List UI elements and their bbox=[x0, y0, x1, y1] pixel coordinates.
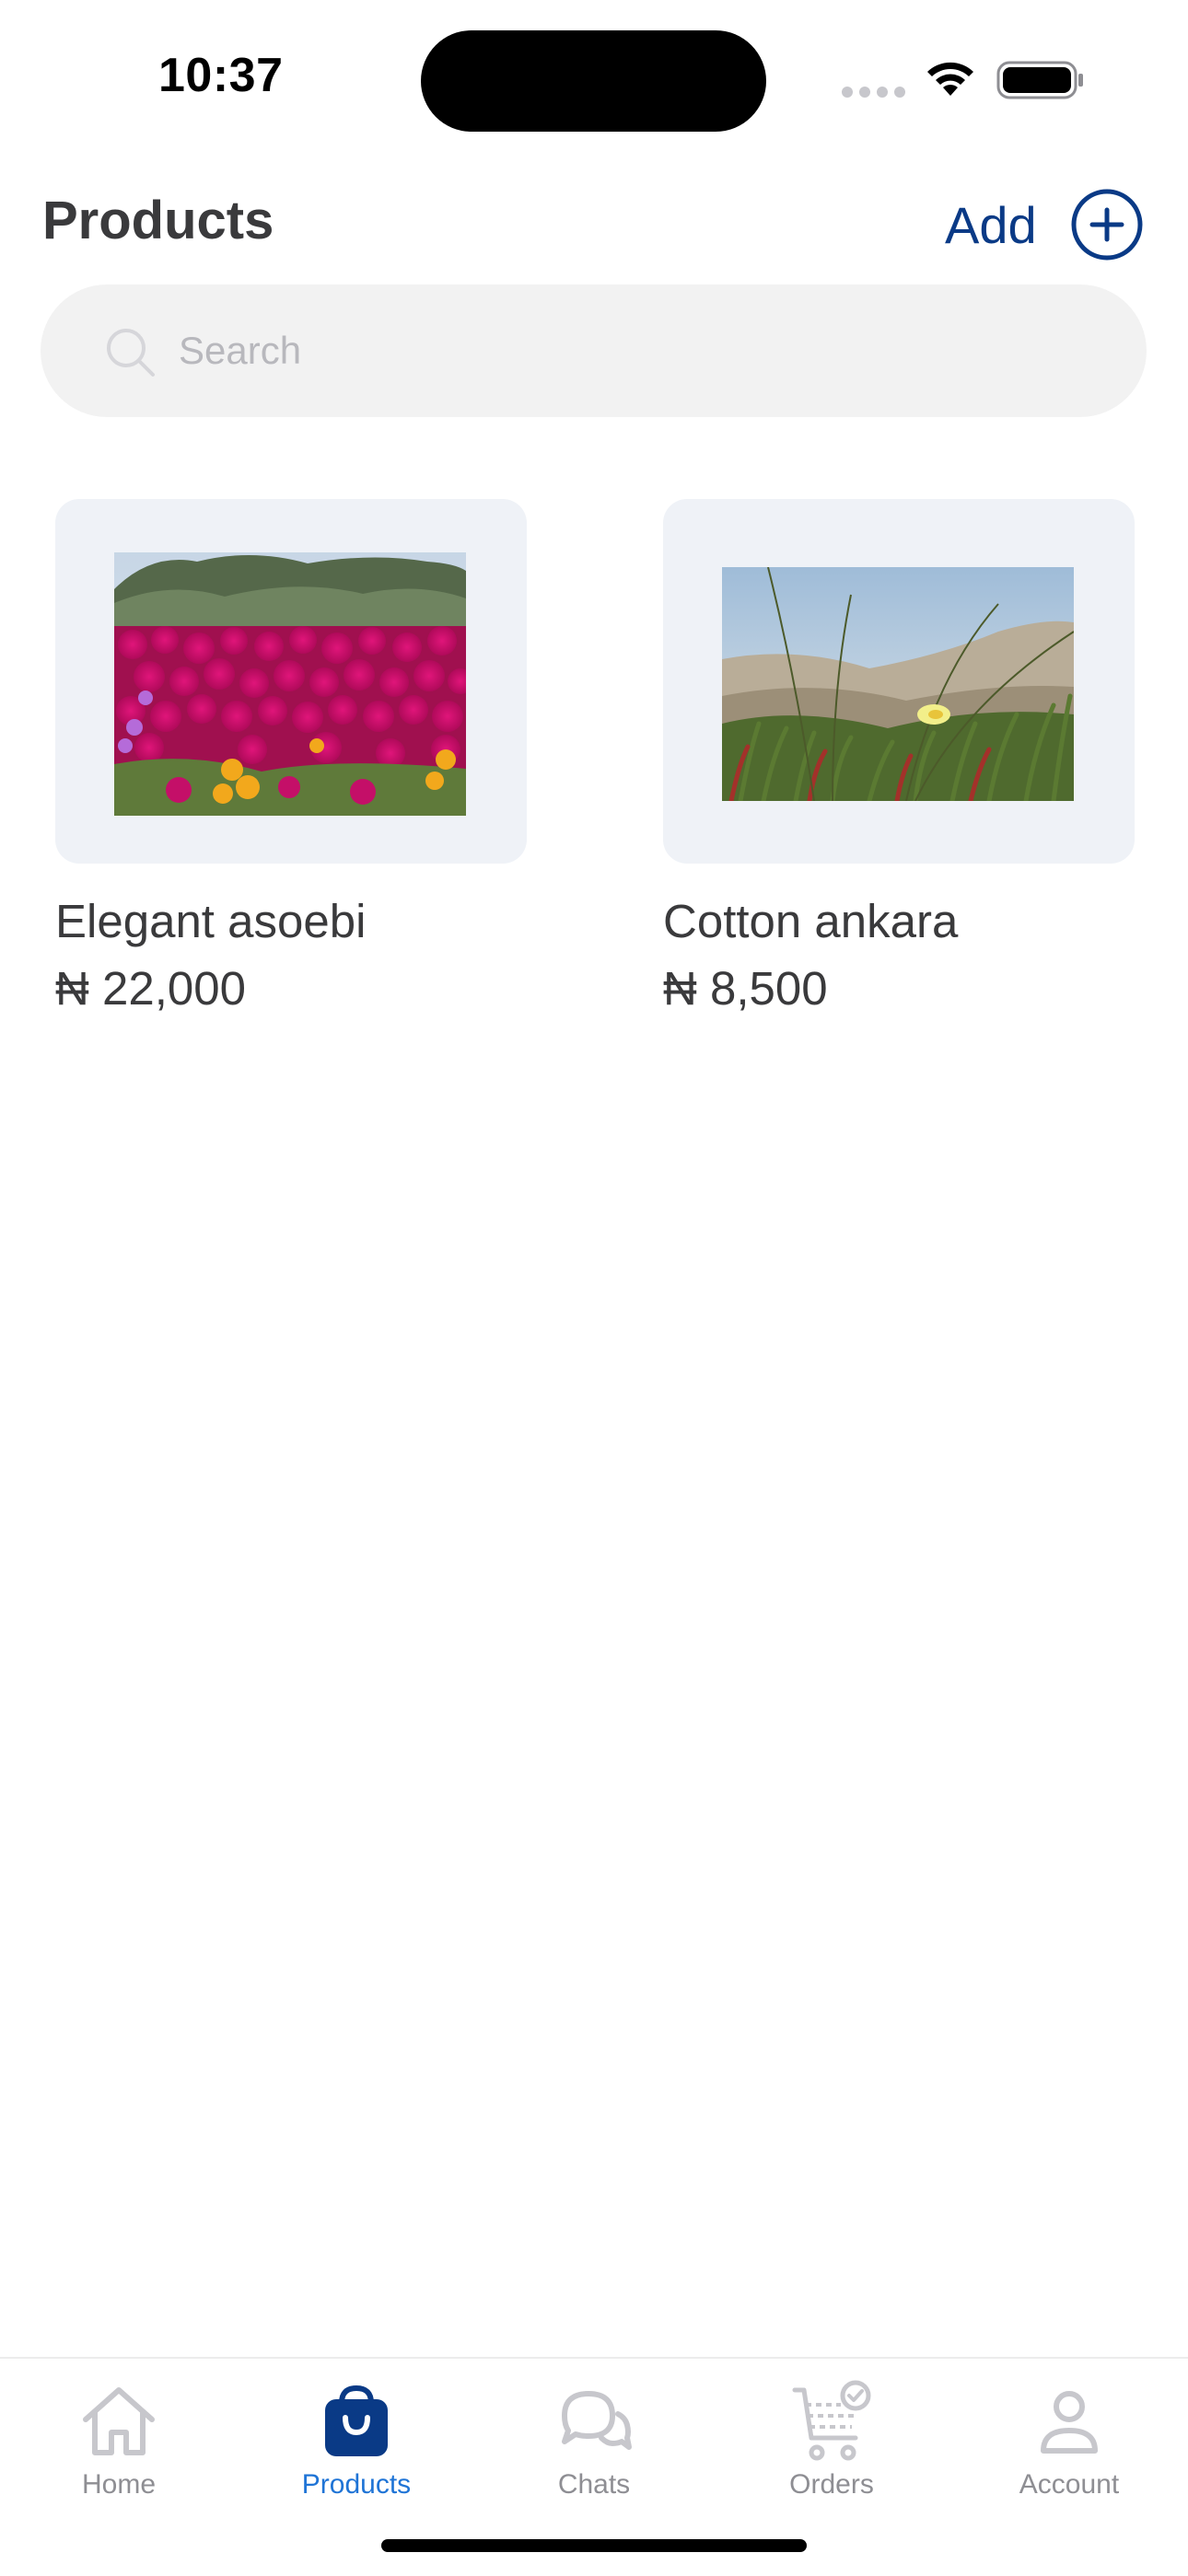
home-indicator[interactable] bbox=[381, 2539, 807, 2552]
grass-dune-yellow-flower-photo bbox=[722, 567, 1074, 801]
tab-products[interactable]: Products bbox=[238, 2370, 475, 2508]
tab-orders[interactable]: Orders bbox=[713, 2370, 950, 2508]
shopping-bag-icon bbox=[325, 2385, 388, 2456]
product-price: ₦ 22,000 bbox=[55, 961, 246, 1015]
status-bar: 10:37 bbox=[0, 0, 1188, 157]
product-card[interactable]: Cotton ankara ₦ 8,500 bbox=[663, 499, 1135, 1015]
tab-label: Home bbox=[81, 2469, 157, 2500]
wifi-icon bbox=[927, 62, 973, 96]
product-thumbnail bbox=[55, 499, 527, 864]
product-thumbnail bbox=[663, 499, 1135, 864]
product-price: ₦ 8,500 bbox=[663, 961, 828, 1015]
magenta-flower-field-photo bbox=[114, 552, 466, 816]
chat-bubbles-icon bbox=[562, 2391, 632, 2450]
tab-label: Account bbox=[1019, 2469, 1120, 2500]
product-name: Cotton ankara bbox=[663, 895, 959, 947]
search-bar[interactable] bbox=[41, 284, 1147, 417]
tab-chats[interactable]: Chats bbox=[475, 2370, 713, 2508]
product-name: Elegant asoebi bbox=[55, 895, 367, 947]
search-input[interactable] bbox=[179, 284, 1100, 417]
person-icon bbox=[1041, 2391, 1098, 2454]
tab-label: Products bbox=[301, 2469, 412, 2500]
dynamic-island bbox=[421, 30, 766, 132]
tab-label: Chats bbox=[557, 2469, 631, 2500]
battery-icon bbox=[996, 61, 1083, 99]
home-icon bbox=[83, 2387, 155, 2455]
product-card[interactable]: Elegant asoebi ₦ 22,000 bbox=[55, 499, 527, 1015]
tab-home[interactable]: Home bbox=[0, 2370, 238, 2508]
cellular-signal-icon bbox=[842, 87, 906, 98]
search-icon bbox=[107, 329, 155, 377]
cart-check-icon bbox=[792, 2380, 871, 2461]
tab-label: Orders bbox=[789, 2469, 874, 2500]
page-title: Products bbox=[42, 191, 274, 250]
plus-circle-icon bbox=[1071, 189, 1143, 261]
tab-account[interactable]: Account bbox=[950, 2370, 1188, 2508]
add-label: Add bbox=[945, 195, 1037, 254]
status-time: 10:37 bbox=[158, 49, 284, 102]
add-product-button[interactable]: Add bbox=[945, 184, 1144, 265]
